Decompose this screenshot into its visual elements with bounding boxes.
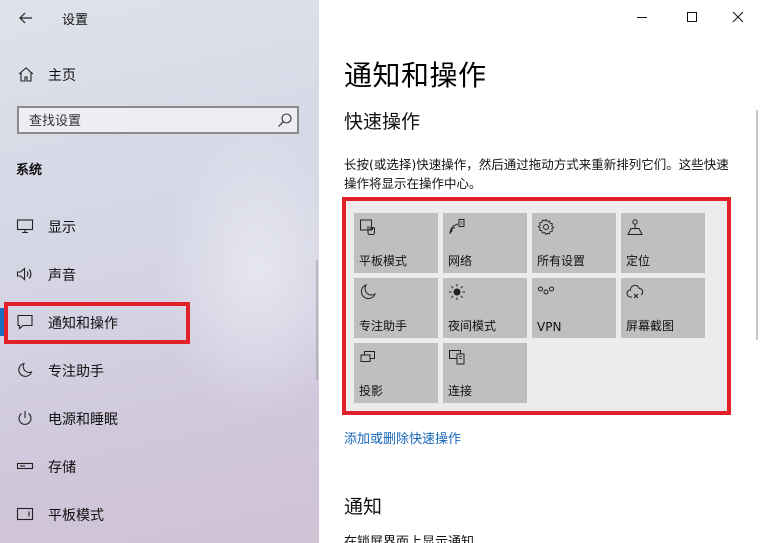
monitor-icon	[16, 219, 34, 234]
screenshot-icon	[626, 284, 644, 299]
quick-actions-description: 长按(或选择)快速操作，然后通过拖动方式来重新排列它们。这些快速操作将显示在操作…	[344, 157, 729, 191]
search-icon[interactable]	[277, 112, 293, 128]
project-icon	[360, 351, 375, 362]
sidebar-item-power[interactable]: 电源和睡眠	[0, 398, 319, 438]
quick-actions-grid: 平板模式 网络 所有设置 定位 专注助手 夜间模式 VPN 屏幕截图 投影 连接	[354, 213, 708, 405]
quick-action-all-settings[interactable]: 所有设置	[532, 213, 616, 273]
gear-icon	[537, 218, 555, 236]
section-label: 系统	[16, 163, 43, 178]
sidebar-item-tablet-mode[interactable]: 平板模式	[0, 494, 319, 534]
main-content: 通知和操作 快速操作 长按(或选择)快速操作，然后通过拖动方式来重新排列它们。这…	[319, 0, 761, 543]
quick-action-label: 屏幕截图	[626, 319, 675, 333]
maximize-icon	[687, 12, 697, 22]
connect-icon	[449, 350, 465, 365]
quick-action-label: 专注助手	[359, 319, 408, 333]
quick-action-label: 定位	[626, 254, 651, 268]
back-arrow-icon	[19, 12, 32, 24]
minimize-icon	[637, 17, 647, 18]
storage-icon	[16, 462, 34, 470]
sidebar-item-label: 主页	[48, 68, 76, 84]
close-icon	[732, 11, 744, 23]
quick-action-network[interactable]: 网络	[443, 213, 527, 273]
sidebar-item-focus-assist[interactable]: 专注助手	[0, 350, 319, 390]
quick-action-label: 所有设置	[537, 254, 586, 268]
quick-action-label: 平板模式	[359, 254, 408, 268]
notifications-partial-text: 在锁屏界面上显示通知	[344, 535, 475, 543]
speaker-icon	[16, 267, 32, 281]
notifications-heading: 通知	[344, 496, 383, 518]
power-icon	[18, 411, 32, 425]
sidebar-scrollbar[interactable]	[316, 260, 318, 380]
moon-icon	[360, 283, 377, 300]
notification-icon	[17, 314, 33, 330]
active-indicator	[0, 308, 4, 336]
maximize-button[interactable]	[681, 6, 703, 28]
quick-actions-heading: 快速操作	[344, 111, 421, 133]
quick-action-focus-assist[interactable]: 专注助手	[354, 278, 438, 338]
quick-action-label: 夜间模式	[448, 319, 497, 333]
app-title: 设置	[62, 13, 89, 28]
back-button[interactable]	[14, 6, 38, 30]
search-box[interactable]	[17, 106, 299, 134]
page-title: 通知和操作	[344, 59, 487, 92]
location-icon	[627, 219, 643, 235]
main-scrollbar[interactable]	[756, 110, 758, 340]
minimize-button[interactable]	[631, 6, 653, 28]
quick-action-tablet-mode[interactable]: 平板模式	[354, 213, 438, 273]
edit-quick-actions-link[interactable]: 添加或删除快速操作	[344, 428, 461, 447]
sidebar-item-label: 平板模式	[48, 508, 104, 524]
sidebar: 设置 主页 系统 显示 声音 通知和操作	[0, 0, 319, 543]
quick-action-project[interactable]: 投影	[354, 343, 438, 403]
close-button[interactable]	[727, 6, 749, 28]
quick-action-connect[interactable]: 连接	[443, 343, 527, 403]
sidebar-item-label: 声音	[48, 268, 76, 284]
tablet-mode-icon	[360, 219, 375, 235]
quick-action-night-light[interactable]: 夜间模式	[443, 278, 527, 338]
sidebar-item-notifications[interactable]: 通知和操作	[0, 302, 319, 342]
quick-action-label: 投影	[359, 384, 384, 398]
moon-icon	[18, 362, 33, 377]
quick-action-label: 网络	[448, 254, 473, 268]
sidebar-item-display[interactable]: 显示	[0, 206, 319, 246]
sun-icon	[449, 284, 465, 300]
vpn-icon	[538, 286, 554, 295]
quick-action-vpn[interactable]: VPN	[532, 278, 616, 338]
tablet-icon	[16, 507, 34, 521]
quick-action-label: VPN	[537, 320, 562, 334]
sidebar-item-label: 显示	[48, 220, 76, 236]
network-icon	[449, 219, 465, 235]
search-input[interactable]	[27, 111, 271, 131]
quick-action-screenshot[interactable]: 屏幕截图	[621, 278, 705, 338]
sidebar-item-label: 专注助手	[48, 364, 104, 380]
sidebar-item-label: 电源和睡眠	[48, 412, 118, 428]
sidebar-item-sound[interactable]: 声音	[0, 254, 319, 294]
sidebar-item-storage[interactable]: 存储	[0, 446, 319, 486]
quick-action-label: 连接	[448, 384, 473, 398]
home-icon	[18, 67, 34, 82]
quick-action-location[interactable]: 定位	[621, 213, 705, 273]
sidebar-item-label: 存储	[48, 460, 76, 476]
sidebar-item-label: 通知和操作	[48, 316, 118, 332]
sidebar-item-home[interactable]: 主页	[0, 60, 319, 88]
